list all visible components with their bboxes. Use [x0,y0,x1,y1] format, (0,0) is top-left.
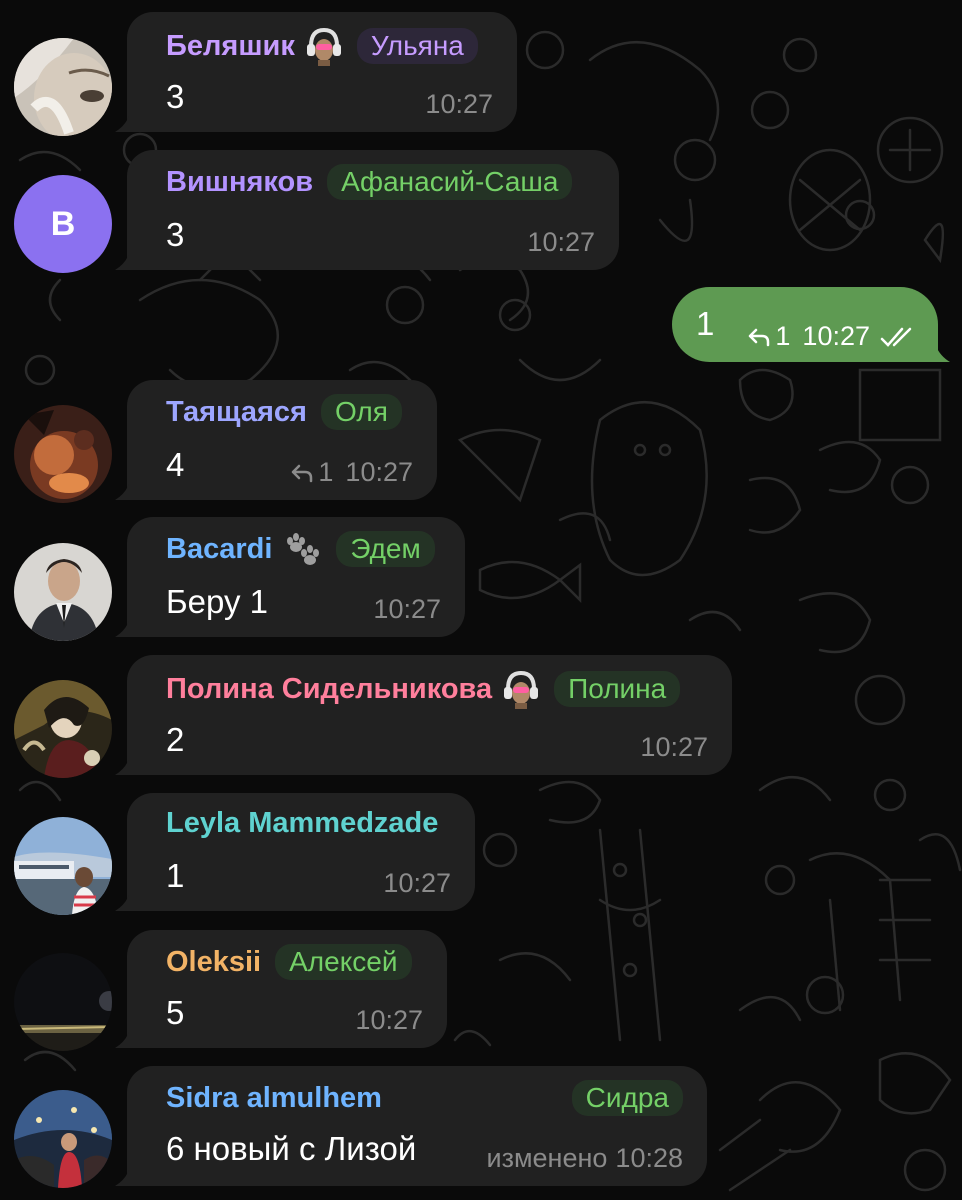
member-tag: Полина [554,671,681,707]
message-meta: 10:27 [383,868,451,899]
headphones-emoji-icon [306,27,341,66]
message-time: 10:27 [373,594,441,624]
message-time: 10:27 [383,868,451,898]
message-time: 10:27 [345,457,413,487]
avatar[interactable] [14,953,112,1051]
paws-emoji-icon [287,533,320,565]
bubble-tail [115,484,129,500]
avatar[interactable] [14,817,112,915]
sender-name[interactable]: Полина Сидельникова [166,673,492,706]
avatar[interactable] [14,543,112,641]
member-tag: Эдем [336,531,435,567]
message-meta: изменено 10:28 [487,1143,683,1174]
sender-name[interactable]: Таящаяся [166,396,307,429]
avatar[interactable]: В [14,175,112,273]
message-bubble[interactable]: Bacardi Эдем Беру 1 10:27 [115,517,465,637]
avatar[interactable] [14,680,112,778]
message-meta: 10:27 [640,732,708,763]
member-tag: Алексей [275,944,412,980]
message-text: 3 [166,216,185,253]
message-time: 10:27 [640,732,708,762]
bubble-tail [115,1032,129,1048]
sender-line: Leyla Mammedzade [166,807,438,840]
message-meta: 10:27 [425,89,493,120]
message-meta: 10:27 [355,1005,423,1036]
message-time: 10:27 [527,227,595,257]
reply-icon [292,464,313,482]
member-tag: Оля [320,394,402,430]
member-tag: Ульяна [356,28,478,64]
message-text: 4 [166,446,185,483]
message-bubble[interactable]: Таящаяся Оля 4 1 10:27 [115,380,437,500]
double-check-icon [880,327,912,347]
message-time: 10:28 [615,1143,683,1173]
bubble-tail [115,895,129,911]
sender-name[interactable]: Беляшик [166,30,295,63]
sender-name[interactable]: Leyla Mammedzade [166,807,438,840]
message-meta: 10:27 [373,594,441,625]
message-meta: 1 10:27 [291,457,413,488]
headphones-emoji-icon [504,670,539,709]
reply-icon [749,328,770,346]
bubble-tail [115,116,129,132]
reply-count[interactable]: 1 [748,321,790,352]
message-text: Беру 1 [166,583,269,620]
edited-label: изменено [486,1143,608,1173]
chat-view[interactable]: Беляшик Ульяна 3 10:27 В Вишняков Афанас… [0,0,962,1200]
message-time: 10:27 [425,89,493,119]
message-text: 1 [166,857,185,894]
sender-name[interactable]: Oleksii [166,946,261,979]
outgoing-message-bubble[interactable]: 1 1 10:27 [672,287,950,362]
sender-line: Вишняков Афанасий-Саша [166,164,573,200]
sender-name[interactable]: Bacardi [166,533,272,566]
sender-line: Полина Сидельникова Полина [166,669,681,709]
avatar[interactable] [14,1090,112,1188]
message-text: 5 [166,994,185,1031]
message-bubble[interactable]: Полина Сидельникова Полина 2 10:27 [115,655,732,775]
bubble-tail [115,254,129,270]
member-tag: Афанасий-Саша [327,164,573,200]
reply-count-value: 1 [775,321,791,351]
message-time: 10:27 [802,321,870,351]
message-text: 1 [696,305,715,342]
avatar[interactable] [14,38,112,136]
message-meta: 10:27 [527,227,595,258]
sender-line: Sidra almulhem Сидра [166,1080,683,1116]
avatar[interactable] [14,405,112,503]
avatar-initial: В [50,204,76,243]
reply-count-value: 1 [318,457,334,487]
message-text: 6 новый с Лизой [166,1130,417,1167]
sender-name[interactable]: Вишняков [166,166,313,199]
message-bubble[interactable]: Беляшик Ульяна 3 10:27 [115,12,517,132]
bubble-tail [115,621,129,637]
bubble-tail [115,1170,129,1186]
message-text: 2 [166,721,185,758]
message-text: 3 [166,78,185,115]
bubble-tail [936,346,950,362]
message-bubble[interactable]: Вишняков Афанасий-Саша 3 10:27 [115,150,619,270]
sender-line: Oleksii Алексей [166,944,412,980]
sender-name[interactable]: Sidra almulhem [166,1082,382,1115]
message-bubble[interactable]: Leyla Mammedzade 1 10:27 [115,793,475,911]
bubble-tail [115,759,129,775]
reply-count[interactable]: 1 [291,457,333,488]
sender-line: Bacardi Эдем [166,531,435,567]
message-meta: 1 10:27 [748,321,920,352]
sender-line: Беляшик Ульяна [166,26,478,66]
member-tag: Сидра [571,1080,683,1116]
message-bubble[interactable]: Oleksii Алексей 5 10:27 [115,930,447,1048]
message-time: 10:27 [355,1005,423,1035]
message-bubble[interactable]: Sidra almulhem Сидра 6 новый с Лизой изм… [115,1066,707,1186]
sender-line: Таящаяся Оля [166,394,402,430]
